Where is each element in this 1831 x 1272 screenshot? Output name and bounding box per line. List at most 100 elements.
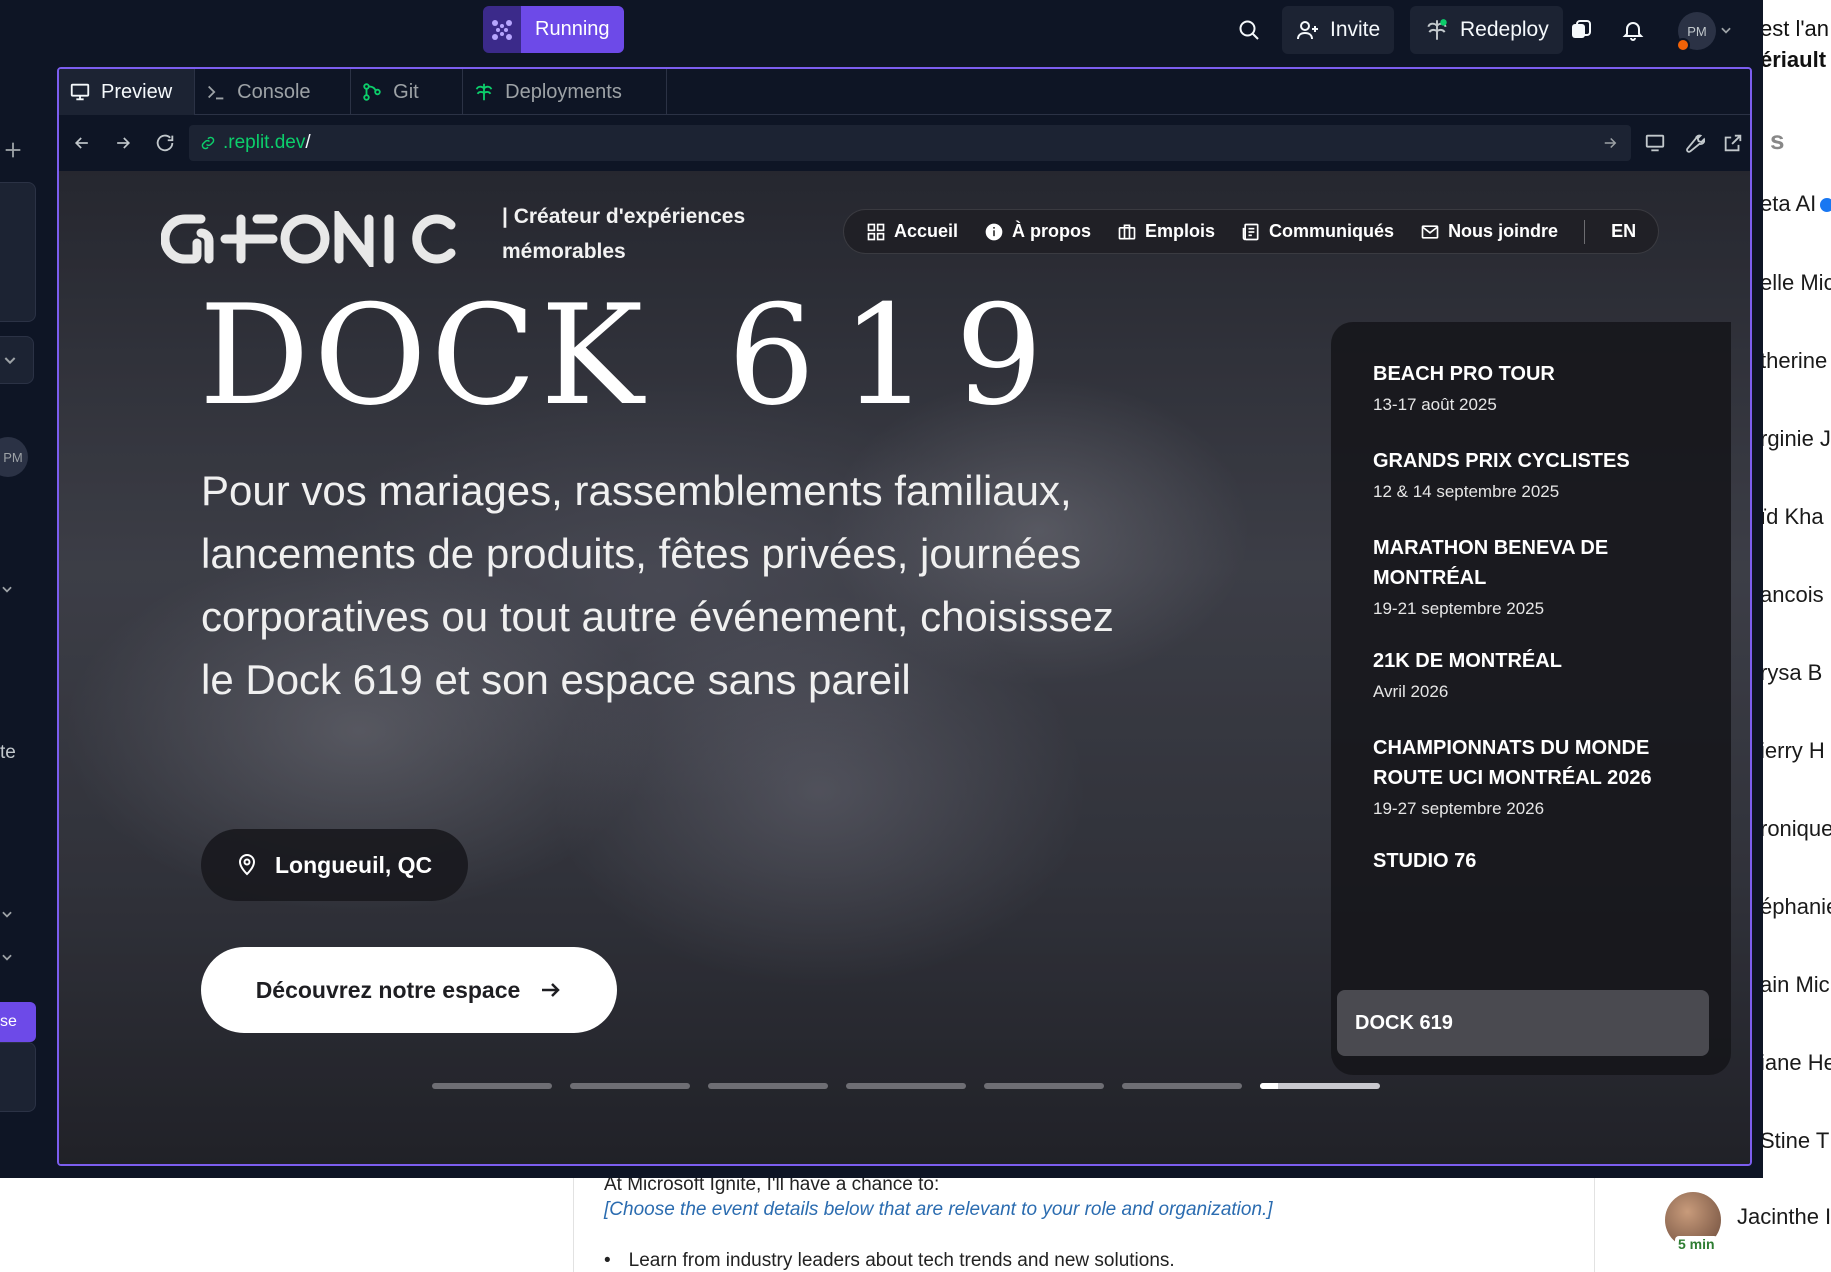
slide-indicator[interactable] (1260, 1083, 1380, 1089)
slide-indicator[interactable] (708, 1083, 828, 1089)
event-item-active[interactable]: DOCK 619 (1337, 990, 1709, 1056)
top-bar: Running Invite Redeploy PM (0, 0, 1763, 62)
chevron-down-icon[interactable] (1716, 14, 1736, 46)
plus-icon[interactable] (0, 134, 26, 166)
info-icon (985, 223, 1003, 240)
avatar-initials: PM (1687, 23, 1707, 39)
multiplayer-icon[interactable] (1565, 14, 1597, 46)
chat-item[interactable]: ierry H (1760, 738, 1825, 764)
chat-item[interactable]: ain Mich (1760, 972, 1831, 998)
deployments-icon (475, 83, 493, 101)
user-avatar[interactable]: PM (1676, 12, 1716, 52)
search-icon[interactable] (1233, 14, 1265, 46)
slide-indicator[interactable] (1122, 1083, 1242, 1089)
discover-space-button[interactable]: Découvrez notre espace (201, 947, 617, 1033)
site-nav: Accueil À propos Emplois Communiqués Nou… (843, 209, 1660, 254)
chat-item[interactable]: eta AI (1760, 191, 1831, 217)
preview-pane: Preview Console Git Deployments .replit.… (57, 67, 1752, 1166)
event-item[interactable]: MARATHON BENEVA DE MONTRÉAL 19-21 septemb… (1373, 533, 1703, 619)
nav-accueil[interactable]: Accueil (866, 221, 958, 242)
chevron-down-icon (2, 911, 12, 918)
chevron-down-icon (2, 954, 12, 961)
contact-avatar[interactable]: 5 min (1665, 1192, 1721, 1252)
running-icon (483, 6, 521, 53)
event-item[interactable]: CHAMPIONNATS DU MONDE ROUTE UCI MONTRÉAL… (1373, 733, 1703, 819)
wrench-icon[interactable] (1679, 128, 1709, 158)
chat-item[interactable]: therine (1760, 348, 1827, 374)
slide-indicator[interactable] (570, 1083, 690, 1089)
chat-item[interactable]: ronique (1760, 816, 1831, 842)
slide-indicator[interactable] (846, 1083, 966, 1089)
slide-indicator[interactable] (984, 1083, 1104, 1089)
chat-item[interactable]: ïd Kha (1760, 504, 1824, 530)
event-item[interactable]: STUDIO 76 (1373, 846, 1703, 876)
back-arrow-icon[interactable] (67, 128, 97, 158)
chat-item[interactable]: rginie J (1760, 426, 1831, 452)
redeploy-button[interactable]: Redeploy (1410, 6, 1563, 54)
invite-button[interactable]: Invite (1282, 6, 1395, 54)
git-icon (363, 83, 381, 101)
redeploy-label: Redeploy (1460, 18, 1549, 41)
hero-title: DOCK 619 (199, 275, 1069, 436)
location-badge[interactable]: Longueuil, QC (201, 829, 469, 901)
briefcase-icon (1118, 224, 1136, 239)
tab-deployments[interactable]: Deployments (463, 69, 668, 115)
chevron-down-icon (2, 586, 12, 593)
event-item[interactable]: 21K DE MONTRÉAL Avril 2026 (1373, 646, 1703, 702)
nav-divider (1584, 219, 1586, 244)
slide-indicator[interactable] (432, 1083, 552, 1089)
arrow-right-icon (542, 983, 561, 997)
side-card (0, 1042, 36, 1112)
website-preview: | Créateur d'expériences mémorables Accu… (59, 171, 1750, 1164)
tonic-logo[interactable] (161, 211, 461, 267)
event-item[interactable]: GRANDS PRIX CYCLISTES 12 & 14 septembre 2… (1373, 446, 1703, 502)
tab-git[interactable]: Git (351, 69, 464, 115)
slide-progress-fill (1260, 1083, 1278, 1089)
language-toggle[interactable]: EN (1611, 221, 1636, 242)
nav-a-propos[interactable]: À propos (984, 221, 1091, 242)
nav-nous-joindre[interactable]: Nous joindre (1420, 221, 1558, 242)
url-input[interactable]: .replit.dev / (189, 125, 1631, 161)
news-icon (1242, 223, 1259, 240)
bell-icon[interactable] (1617, 14, 1649, 46)
run-button[interactable]: Running (483, 6, 624, 53)
chat-item[interactable]: iane He (1760, 1050, 1831, 1076)
map-pin-icon (238, 854, 256, 876)
chat-item[interactable]: ancois (1760, 582, 1824, 608)
side-dropdown[interactable] (0, 336, 34, 384)
url-bar: .replit.dev / (59, 115, 1750, 171)
nav-emplois[interactable]: Emplois (1117, 221, 1215, 242)
side-action-button[interactable]: se (0, 1002, 36, 1042)
verified-icon (1820, 198, 1831, 213)
avatar[interactable]: PM (0, 437, 28, 477)
chat-section-title: s (1770, 125, 1785, 155)
refresh-icon[interactable] (150, 128, 180, 158)
external-link-icon[interactable] (1718, 128, 1748, 158)
chat-item[interactable]: Stine T (1760, 1128, 1829, 1154)
chat-item[interactable]: rysa B (1760, 660, 1822, 686)
go-arrow-icon (1604, 137, 1617, 149)
side-text: te (0, 742, 16, 763)
chat-item[interactable]: Jacinthe I (1737, 1204, 1831, 1230)
side-panel: PM te se (0, 62, 56, 1178)
tab-console[interactable]: Console (195, 69, 352, 115)
add-user-icon (1297, 21, 1318, 40)
chat-item[interactable]: elle Mic (1760, 270, 1831, 296)
events-panel: BEACH PRO TOUR 13-17 août 2025 GRANDS PRI… (1331, 322, 1731, 1075)
nav-communiques[interactable]: Communiqués (1241, 221, 1394, 242)
grid-icon (867, 223, 885, 240)
device-icon[interactable] (1640, 128, 1670, 158)
doc-placeholder-line[interactable]: [Choose the event details below that are… (604, 1199, 1273, 1221)
event-item[interactable]: BEACH PRO TOUR 13-17 août 2025 (1373, 359, 1703, 415)
slide-indicators (432, 1083, 1380, 1089)
status-dot (1676, 38, 1690, 52)
chat-item[interactable]: éphanie (1760, 894, 1831, 920)
terminal-icon (208, 85, 224, 100)
url-host: .replit.dev (223, 132, 306, 153)
url-path: / (305, 132, 311, 153)
monitor-icon (70, 83, 90, 101)
chat-header-line1: est l'an (1760, 16, 1830, 41)
tab-preview[interactable]: Preview (59, 69, 196, 115)
invite-label: Invite (1330, 18, 1381, 41)
forward-arrow-icon[interactable] (108, 128, 138, 158)
